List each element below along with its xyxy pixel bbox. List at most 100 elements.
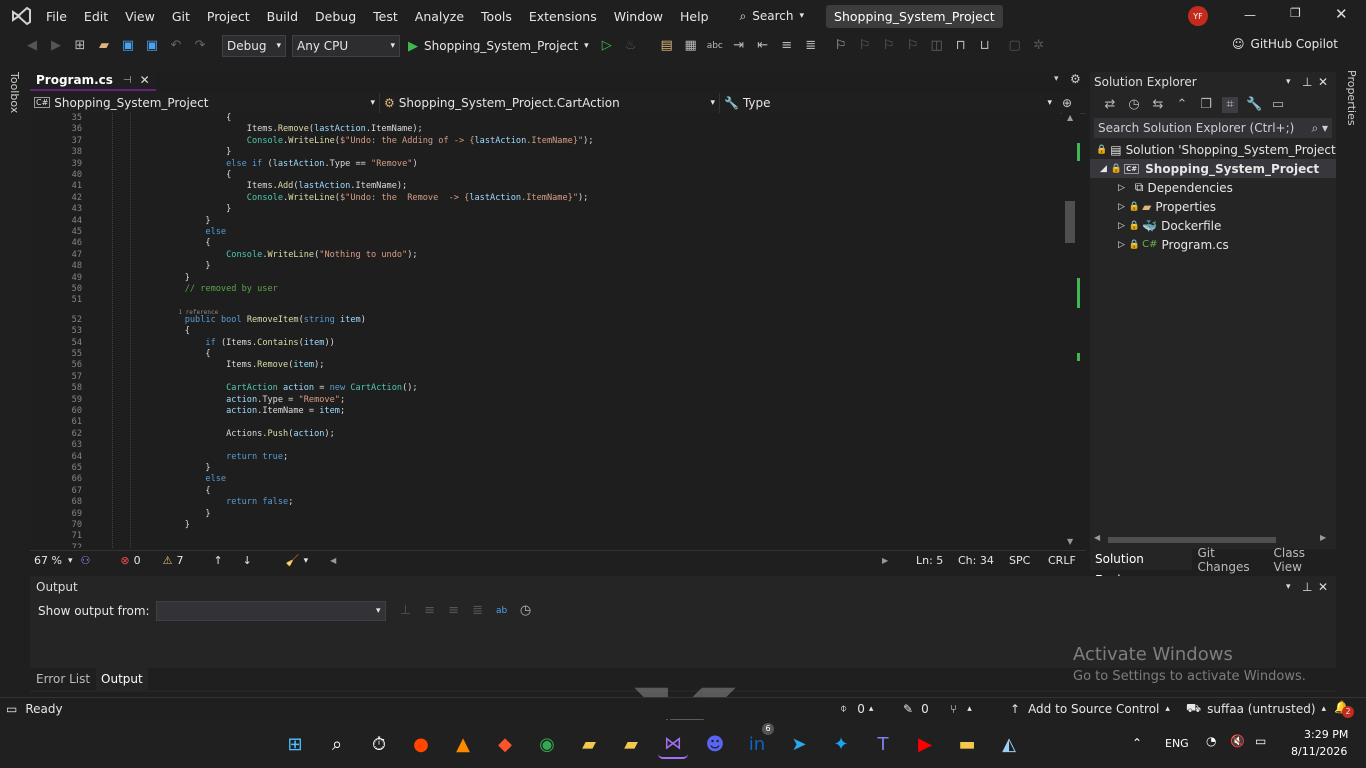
output-source-select[interactable]: ▾ (155, 601, 386, 621)
sync-icon[interactable]: ⇆ (1150, 97, 1166, 113)
panel-menu-icon[interactable]: ▾ (1286, 582, 1291, 592)
git-up-indicator[interactable]: ⌽ 0 ▴ (840, 701, 873, 716)
clock-date[interactable]: 8/11/2026 (1291, 745, 1347, 758)
visual-studio-icon[interactable]: ⋈ (658, 729, 688, 759)
menu-help[interactable]: Help (680, 9, 709, 24)
platform-select[interactable]: Any CPU ▾ (292, 35, 400, 57)
edit-indicator[interactable]: ✎ 0 (903, 702, 929, 716)
tab-solution-explorer[interactable]: Solution Explorer (1090, 549, 1193, 587)
save-icon[interactable]: ▣ (120, 38, 136, 54)
hscroll-right-icon[interactable]: ▶ (1320, 533, 1326, 542)
scroll-thumb[interactable] (1065, 201, 1075, 243)
zoom-select[interactable]: 67 % ▾ (34, 554, 72, 567)
menu-window[interactable]: Window (614, 9, 663, 24)
bookmark-prev-icon[interactable]: ⚐ (857, 38, 873, 54)
tab-class-view[interactable]: Class View (1268, 546, 1336, 574)
line-indicator[interactable]: Ln: 5 (916, 554, 943, 567)
avatar[interactable]: YF (1188, 6, 1208, 26)
volume-muted-icon[interactable]: 🔇 (1230, 734, 1245, 748)
app-icon[interactable]: ◭ (994, 729, 1024, 759)
filter-icon[interactable]: ⌗ (1222, 97, 1238, 113)
tree-item-program-cs[interactable]: ▷ 🔒 C# Program.cs (1090, 235, 1336, 254)
tab-output[interactable]: Output (96, 668, 148, 690)
outdent-icon[interactable]: ≣ (803, 38, 819, 54)
tab-program-cs[interactable]: Program.cs ⊣ ✕ (30, 71, 156, 91)
branch-indicator[interactable]: ⑂ ▴ (950, 702, 972, 716)
properties-icon[interactable]: 🔧 (1246, 97, 1262, 113)
scroll-thumb[interactable] (1108, 537, 1276, 543)
clock-time[interactable]: 3:29 PM (1304, 728, 1348, 741)
save-all-icon[interactable]: ▣ (144, 38, 160, 54)
menu-analyze[interactable]: Analyze (415, 9, 464, 24)
chevron-down-icon[interactable]: ▾ (304, 556, 309, 566)
wifi-icon[interactable]: ◔ (1206, 734, 1216, 748)
search-icon[interactable]: ⌕ (322, 729, 352, 759)
menu-view[interactable]: View (125, 9, 155, 24)
extension-icon[interactable]: ▢ (1007, 38, 1023, 54)
spellcheck-icon[interactable]: abc (707, 38, 723, 54)
menu-project[interactable]: Project (207, 9, 250, 24)
menu-build[interactable]: Build (267, 9, 298, 24)
rebuild-icon[interactable]: ⊔ (977, 38, 993, 54)
menu-git[interactable]: Git (172, 9, 190, 24)
scroll-down-icon[interactable]: ▼ (1067, 537, 1073, 546)
youtube-icon[interactable]: ▶ (910, 729, 940, 759)
menu-debug[interactable]: Debug (315, 9, 356, 24)
solution-hscrollbar[interactable]: ◀ ▶ (1094, 533, 1330, 545)
open-folder-icon[interactable]: ▰ (96, 38, 112, 54)
word-wrap-icon[interactable]: ab (494, 603, 510, 619)
solution-search-input[interactable]: Search Solution Explorer (Ctrl+;) ⌕ ▾ (1094, 118, 1332, 138)
switch-views-icon[interactable]: ⇄ (1102, 97, 1118, 113)
windows-start-icon[interactable]: ⊞ (280, 729, 310, 759)
solution-explorer-toolbar-icon[interactable]: ▤ (659, 38, 675, 54)
tree-solution[interactable]: 🔒 ▤ Solution 'Shopping_System_Project' (… (1090, 140, 1336, 159)
build-icon[interactable]: ⊓ (953, 38, 969, 54)
github-copilot-button[interactable]: ☺ GitHub Copilot (1232, 37, 1338, 51)
layout-icon[interactable]: ▦ (683, 38, 699, 54)
vs-logo-icon[interactable] (10, 5, 32, 27)
comment-icon[interactable]: ◫ (929, 38, 945, 54)
error-count[interactable]: ⊗ 0 (120, 554, 140, 567)
scroll-up-icon[interactable]: ▲ (1067, 113, 1073, 122)
restore-button[interactable]: ❐ (1290, 6, 1301, 20)
start-debug-button[interactable]: ▶ Shopping_System_Project ▾ (408, 39, 589, 54)
pin-icon[interactable]: ⊥ (1302, 75, 1312, 89)
bookmark-next-icon[interactable]: ⚐ (881, 38, 897, 54)
code-editor[interactable]: 35 {36 Items.Remove(lastAction.ItemName)… (30, 113, 1060, 548)
hscroll-right-icon[interactable]: ▶ (882, 556, 888, 565)
show-all-files-icon[interactable]: ❐ (1198, 97, 1214, 113)
add-to-source-control-button[interactable]: ↑ Add to Source Control ▴ (1010, 702, 1170, 716)
chrome-icon[interactable]: ◉ (532, 729, 562, 759)
language-indicator[interactable]: ENG (1165, 737, 1189, 750)
stopwatch-icon[interactable]: ⏱ (364, 729, 394, 759)
nav-member-select[interactable]: 🔧 Type ▾ (720, 93, 1056, 113)
hscroll-left-icon[interactable]: ◀ (1094, 533, 1100, 542)
tools-icon[interactable]: ✲ (1031, 38, 1047, 54)
properties-tab[interactable]: Properties (1345, 70, 1358, 126)
file-explorer-icon[interactable]: ▬ (952, 729, 982, 759)
tab-git-changes[interactable]: Git Changes (1192, 546, 1268, 574)
next-message-icon[interactable]: ≡ (446, 603, 462, 619)
start-without-debug-icon[interactable]: ▷ (599, 38, 615, 54)
bookmark-icon[interactable]: ⚐ (833, 38, 849, 54)
tree-project[interactable]: ◢ 🔒 C# Shopping_System_Project (1090, 159, 1336, 178)
vlc-icon[interactable]: ▲ (448, 729, 478, 759)
clock-icon[interactable]: ◷ (518, 603, 534, 619)
tab-error-list[interactable]: Error List (30, 672, 96, 686)
repo-indicator[interactable]: ⛟ suffaa (untrusted) ▴ (1186, 701, 1326, 717)
bookmark-clear-icon[interactable]: ⚐ (905, 38, 921, 54)
hscroll-left-icon[interactable]: ◀ (330, 556, 336, 565)
teams-icon[interactable]: T (868, 729, 898, 759)
search-box[interactable]: ⌕ Search ▾ (740, 9, 805, 24)
pin-icon[interactable]: ⊣ (123, 75, 132, 86)
collapse-all-icon[interactable]: ⌃ (1174, 97, 1190, 113)
clear-all-icon[interactable]: ≣ (470, 603, 486, 619)
tree-item-dependencies[interactable]: ▷ ⧉ Dependencies (1090, 178, 1336, 197)
minimize-button[interactable]: — (1244, 8, 1256, 22)
step-icon[interactable]: ⇥ (731, 38, 747, 54)
arrow-up-icon[interactable]: ↑ (213, 554, 222, 567)
config-select[interactable]: Debug ▾ (222, 35, 286, 57)
tree-item-properties[interactable]: ▷ 🔒 ▰ Properties (1090, 197, 1336, 216)
twitter-icon[interactable]: ✦ (826, 729, 856, 759)
notification-bell[interactable]: 🔔 2 (1334, 700, 1354, 718)
